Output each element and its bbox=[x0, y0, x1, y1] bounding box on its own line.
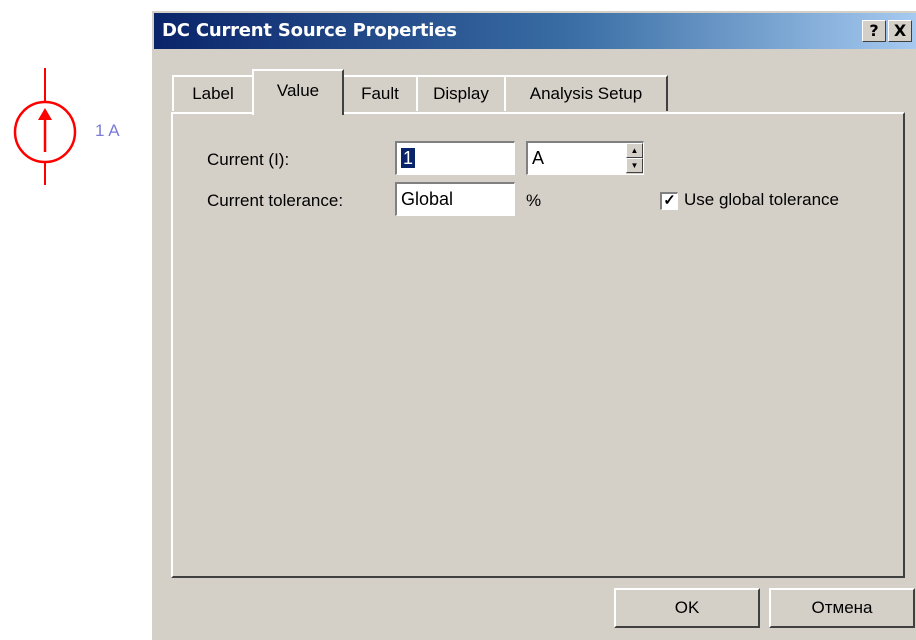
tab-analysis-setup[interactable]: Analysis Setup bbox=[504, 75, 668, 111]
spin-down-icon[interactable]: ▼ bbox=[626, 158, 643, 173]
current-source-symbol[interactable] bbox=[0, 60, 150, 200]
close-button[interactable]: X bbox=[888, 20, 912, 42]
tolerance-value: Global bbox=[401, 189, 454, 209]
tolerance-unit: % bbox=[526, 191, 542, 210]
ok-button[interactable]: OK bbox=[614, 588, 760, 628]
cancel-button[interactable]: Отмена bbox=[769, 588, 915, 628]
current-label: Current (I): bbox=[207, 150, 290, 169]
current-unit-spinner[interactable]: A ▲ ▼ bbox=[526, 141, 644, 175]
spin-up-icon[interactable]: ▲ bbox=[626, 143, 643, 158]
canvas: 1 A DC Current Source Properties ? X Lab… bbox=[0, 0, 916, 640]
tab-display[interactable]: Display bbox=[416, 75, 506, 111]
title-bar[interactable]: DC Current Source Properties ? X bbox=[154, 13, 916, 49]
help-button[interactable]: ? bbox=[862, 20, 886, 42]
tab-label[interactable]: Label bbox=[172, 75, 254, 111]
tolerance-input[interactable]: Global bbox=[395, 182, 515, 216]
current-input[interactable]: 1 bbox=[395, 141, 515, 175]
tab-value[interactable]: Value bbox=[252, 69, 344, 115]
properties-dialog: DC Current Source Properties ? X Label V… bbox=[150, 9, 916, 640]
value-tab-panel: Current (I): 1 A ▲ ▼ Current tolerance: … bbox=[171, 112, 905, 578]
tab-fault[interactable]: Fault bbox=[342, 75, 418, 111]
use-global-tolerance-checkbox[interactable]: ✓ bbox=[660, 192, 678, 210]
current-unit-value: A bbox=[532, 148, 545, 168]
spinner-buttons: ▲ ▼ bbox=[626, 143, 643, 174]
source-value-label: 1 A bbox=[95, 121, 120, 140]
current-value: 1 bbox=[401, 148, 416, 168]
dialog-title: DC Current Source Properties bbox=[162, 20, 457, 41]
use-global-tolerance-label[interactable]: Use global tolerance bbox=[684, 190, 839, 210]
tolerance-label: Current tolerance: bbox=[207, 191, 344, 210]
